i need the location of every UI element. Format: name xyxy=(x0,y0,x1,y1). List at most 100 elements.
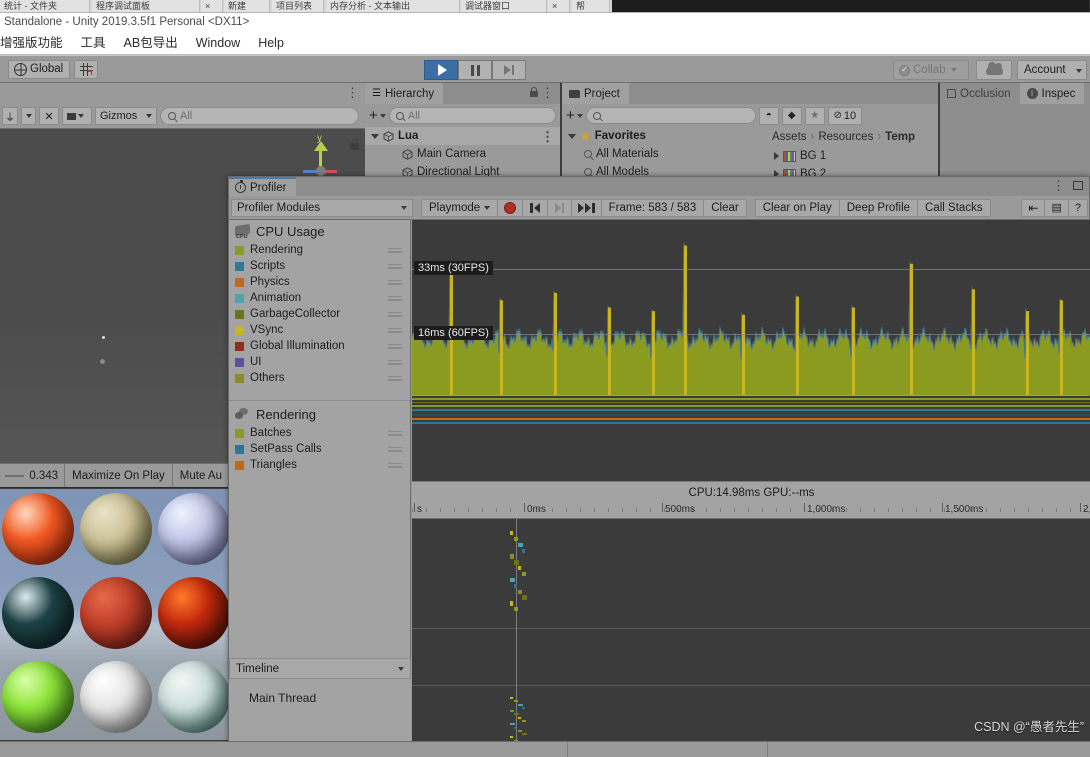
timeline-sample-bar[interactable] xyxy=(510,601,513,606)
grid-snap-button[interactable] xyxy=(74,60,98,79)
timeline-sample-bar[interactable] xyxy=(514,713,519,716)
material-sphere-magma[interactable] xyxy=(158,577,229,649)
material-sphere-ice-blue[interactable] xyxy=(158,493,229,565)
kebab-menu-icon[interactable]: ⋮ xyxy=(1052,179,1065,192)
legend-row-scripts[interactable]: Scripts xyxy=(229,258,410,274)
rendering-chart[interactable] xyxy=(412,396,1090,481)
kebab-menu-icon[interactable]: ⋮ xyxy=(541,86,554,99)
timeline-sample-bar[interactable] xyxy=(514,583,517,589)
legend-row-batches[interactable]: Batches xyxy=(229,425,410,441)
os-tab[interactable]: × xyxy=(548,0,570,12)
legend-drag-handle[interactable] xyxy=(388,311,402,317)
pause-button[interactable] xyxy=(458,60,492,80)
legend-row-animation[interactable]: Animation xyxy=(229,290,410,306)
legend-row-physics[interactable]: Physics xyxy=(229,274,410,290)
tab-inspector[interactable]: i Inspec xyxy=(1019,83,1085,104)
material-sphere-toxic-green[interactable] xyxy=(2,661,74,733)
kebab-menu-icon[interactable]: ⋮ xyxy=(541,130,554,143)
deep-profile-button[interactable]: Deep Profile xyxy=(839,198,919,217)
legend-drag-handle[interactable] xyxy=(388,327,402,333)
lock-icon[interactable] xyxy=(350,139,359,150)
pivot-rotation-button[interactable]: Global xyxy=(8,60,70,79)
scene-view-dropdown-a[interactable] xyxy=(21,107,36,125)
mute-audio-button[interactable]: Mute Au xyxy=(171,464,229,487)
record-button[interactable] xyxy=(498,198,524,217)
legend-drag-handle[interactable] xyxy=(388,430,402,436)
legend-drag-handle[interactable] xyxy=(388,359,402,365)
timeline-sample-bar[interactable] xyxy=(510,531,513,536)
maximize-on-play-button[interactable]: Maximize On Play xyxy=(64,464,172,487)
legend-row-rendering[interactable]: Rendering xyxy=(229,242,410,258)
menu-item-help[interactable]: Help xyxy=(249,32,293,54)
menu-item-window[interactable]: Window xyxy=(187,32,249,54)
material-sphere-teal-snow[interactable] xyxy=(2,577,74,649)
legend-row-setpass-calls[interactable]: SetPass Calls xyxy=(229,441,410,457)
os-tab[interactable]: 项目列表 xyxy=(272,0,324,12)
material-sphere-sand-olive[interactable] xyxy=(80,493,152,565)
cpu-usage-module-header[interactable]: CPU CPU Usage xyxy=(229,220,410,242)
os-taskbar-tabstrip[interactable]: 统计 - 文件夹 程序调试面板 × 新建 项目列表 内存分析 - 文本输出 调试器窗口 × 帮 xyxy=(0,0,1090,13)
legend-row-others[interactable]: Others xyxy=(229,370,410,386)
tab-project[interactable]: Project xyxy=(562,83,629,104)
legend-drag-handle[interactable] xyxy=(388,343,402,349)
timeline-sample-bar[interactable] xyxy=(518,716,521,719)
hidden-count-button[interactable]: ⊘ 10 xyxy=(827,106,862,125)
play-button[interactable] xyxy=(424,60,458,80)
legend-drag-handle[interactable] xyxy=(388,247,402,253)
timeline-sample-bar[interactable] xyxy=(514,607,518,612)
menu-item-ab包导出[interactable]: AB包导出 xyxy=(115,32,187,54)
project-favorites-root[interactable]: ★ Favorites xyxy=(562,127,766,145)
legend-drag-handle[interactable] xyxy=(388,446,402,452)
clear-on-play-button[interactable]: Clear on Play xyxy=(754,198,840,217)
material-sphere-cracked-red[interactable] xyxy=(80,577,152,649)
legend-drag-handle[interactable] xyxy=(388,263,402,269)
os-tab[interactable]: 程序调试面板 xyxy=(92,0,200,12)
os-tab[interactable]: 内存分析 - 文本输出 xyxy=(326,0,460,12)
timeline-thread-band[interactable] xyxy=(412,629,1090,686)
timeline-sample-bar[interactable] xyxy=(518,729,522,732)
save-profile-button[interactable]: ▤ xyxy=(1045,198,1069,217)
material-sphere-jade-swirl[interactable] xyxy=(158,661,229,733)
timeline-sample-bar[interactable] xyxy=(522,572,526,577)
scale-slider[interactable] xyxy=(5,474,25,477)
os-tab[interactable]: 统计 - 文件夹 xyxy=(0,0,90,12)
timeline-playhead[interactable] xyxy=(516,519,517,757)
timeline-sample-bar[interactable] xyxy=(510,577,515,583)
account-button[interactable]: Account xyxy=(1017,60,1087,80)
game-viewport-materials[interactable] xyxy=(0,489,229,740)
tab-profiler[interactable]: Profiler xyxy=(229,177,297,196)
hierarchy-search-input[interactable]: All xyxy=(388,107,556,124)
timeline-sample-bar[interactable] xyxy=(518,542,523,548)
breadcrumb-item-resources[interactable]: Resources xyxy=(818,131,873,143)
legend-drag-handle[interactable] xyxy=(388,375,402,381)
os-tab[interactable]: 调试器窗口 xyxy=(461,0,547,12)
timeline-sample-bar[interactable] xyxy=(510,697,513,699)
timeline-sample-bar[interactable] xyxy=(522,595,527,600)
next-frame-button[interactable] xyxy=(547,198,573,217)
timeline-sample-bar[interactable] xyxy=(510,723,515,726)
last-frame-button[interactable] xyxy=(572,198,602,217)
scene-camera-button[interactable] xyxy=(62,107,92,125)
timeline-sample-bar[interactable] xyxy=(514,700,518,703)
cpu-usage-legend[interactable]: Rendering Scripts Physics Animation GarbageC… xyxy=(229,242,410,386)
cpu-usage-chart[interactable]: 33ms (30FPS) 16ms (60FPS) xyxy=(412,220,1090,395)
menu-item-增强版功能[interactable]: 增强版功能 xyxy=(0,32,72,54)
menu-bar[interactable]: 增强版功能 工具 AB包导出 Window Help xyxy=(0,32,1090,55)
legend-row-ui[interactable]: UI xyxy=(229,354,410,370)
tab-hierarchy[interactable]: ☰ Hierarchy xyxy=(365,83,444,104)
menu-item-工具[interactable]: 工具 xyxy=(72,32,115,54)
timeline-sample-bar[interactable] xyxy=(514,560,519,565)
timeline-sample-bar[interactable] xyxy=(510,736,513,739)
hierarchy-item-main-camera[interactable]: Main Camera xyxy=(365,145,560,163)
legend-row-triangles[interactable]: Triangles xyxy=(229,457,410,473)
legend-row-vsync[interactable]: VSync xyxy=(229,322,410,338)
profiler-modules-dropdown[interactable]: Profiler Modules xyxy=(231,198,413,217)
timeline-sample-bar[interactable] xyxy=(522,706,525,709)
os-tab[interactable] xyxy=(612,0,1090,12)
prev-frame-button[interactable] xyxy=(523,198,548,217)
gizmos-button[interactable]: Gizmos xyxy=(95,107,157,125)
material-sphere-white-rock[interactable] xyxy=(80,661,152,733)
hierarchy-tree[interactable]: Lua ⋮ Main Camera Directional Light xyxy=(365,127,560,181)
timeline-ruler[interactable]: s 0ms 500ms 1,000ms 1,500ms 2,0 xyxy=(412,503,1090,519)
project-favorite-item[interactable]: All Materials xyxy=(562,145,766,163)
